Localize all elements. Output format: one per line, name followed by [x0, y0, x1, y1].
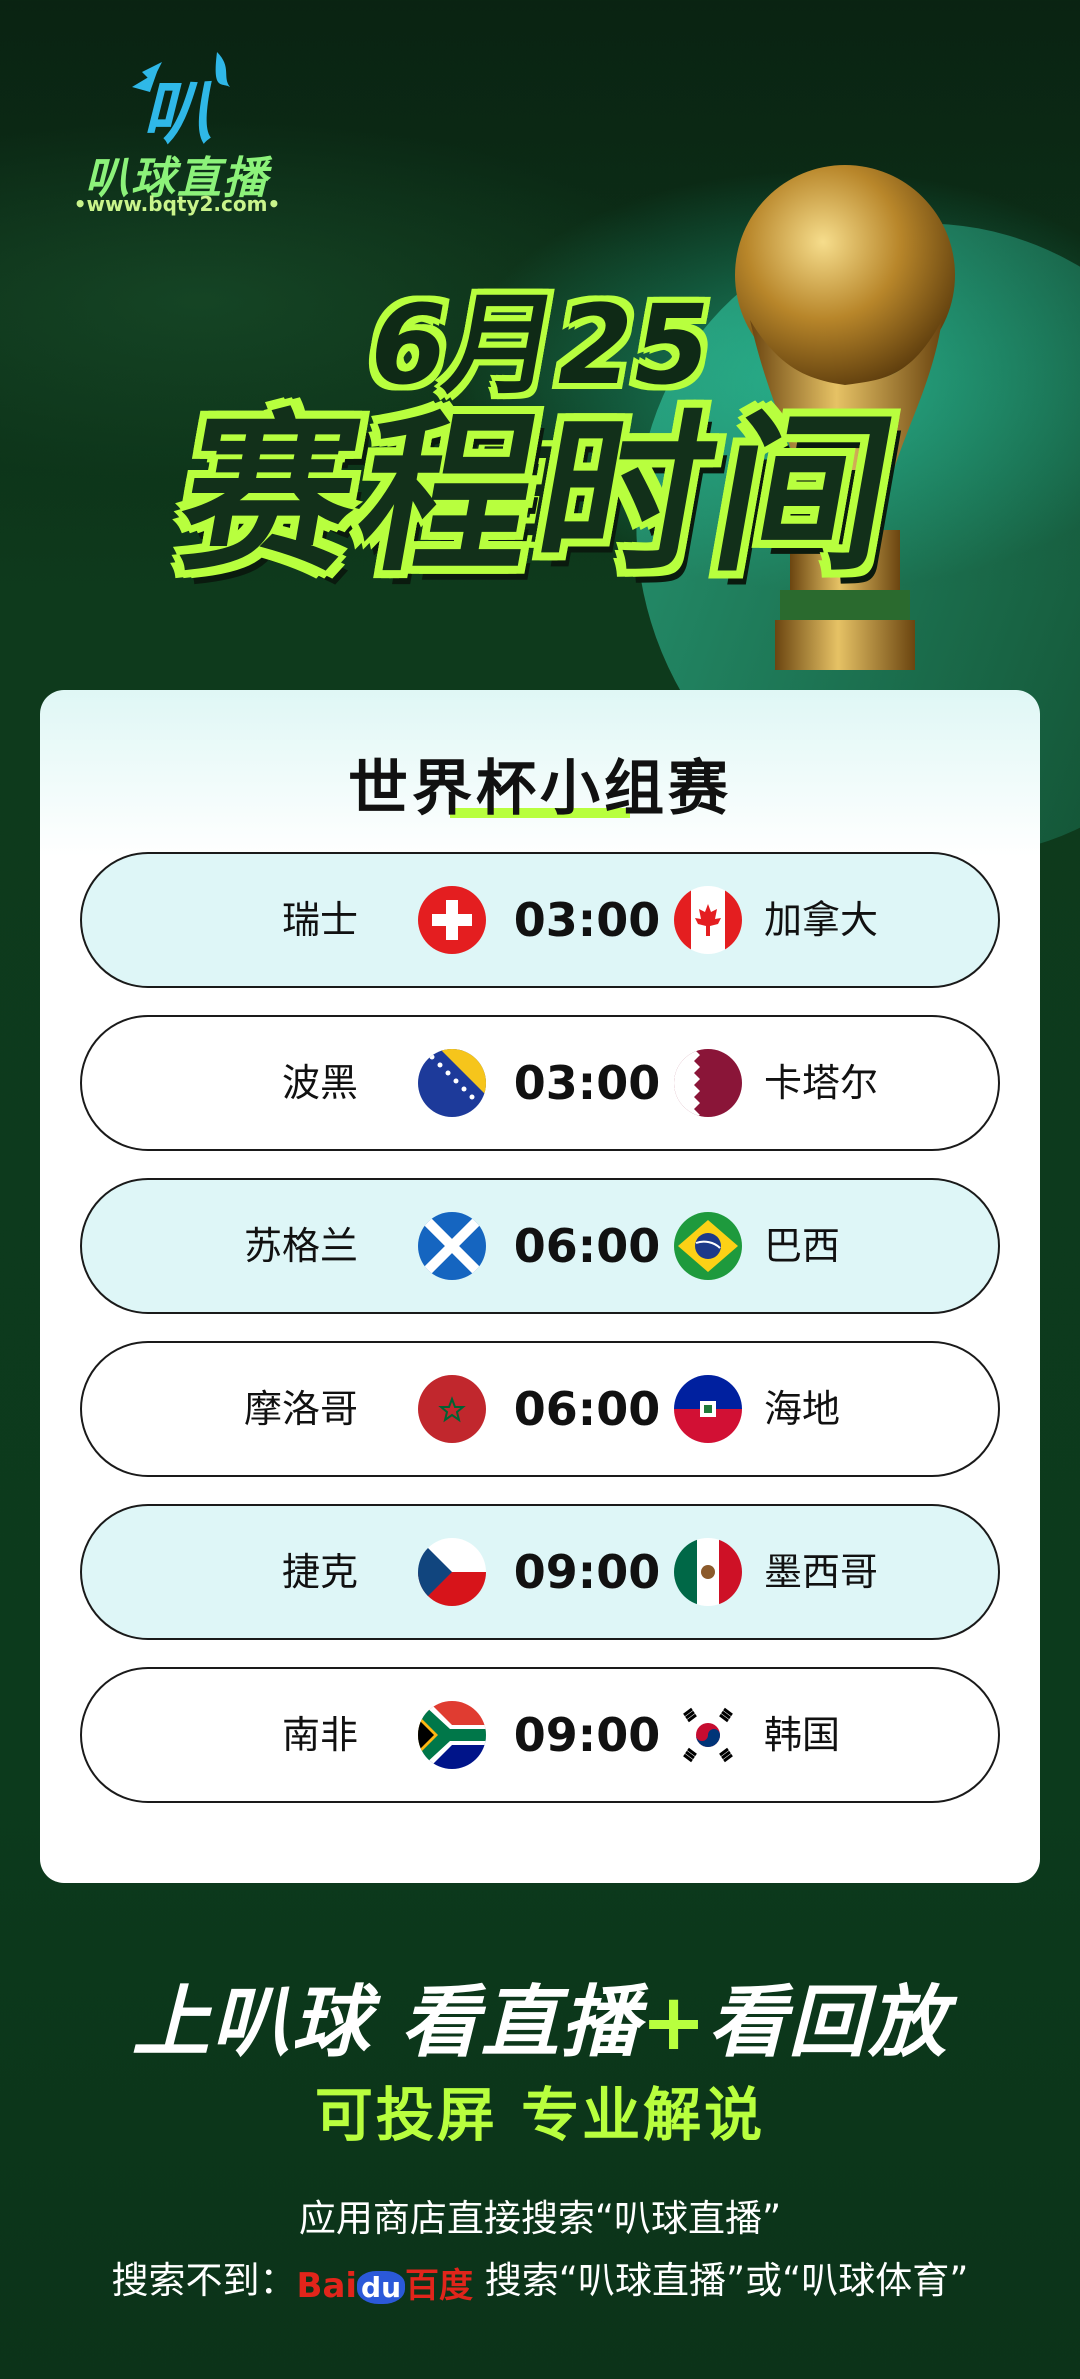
match-time: 06:00	[513, 1382, 661, 1436]
morocco-flag-icon	[418, 1375, 486, 1443]
slogan-plus: +	[640, 1978, 709, 2068]
away-team: 海地	[764, 1387, 841, 1431]
baidu-logo[interactable]: Bai du 百度	[297, 2258, 474, 2307]
match-time: 09:00	[513, 1545, 661, 1599]
home-team: 波黑	[281, 1061, 358, 1105]
baidu-paw-icon: du	[357, 2271, 406, 2304]
qatar-flag-icon	[674, 1049, 742, 1117]
home-team: 苏格兰	[243, 1224, 358, 1268]
brand-url: •www.bqty2.com•	[73, 192, 281, 216]
match-row[interactable]: 波黑 03:00 卡塔尔	[80, 1015, 1000, 1151]
logo-mark-icon: 叭	[132, 52, 230, 152]
away-team: 韩国	[764, 1713, 841, 1757]
haiti-flag-icon	[674, 1375, 742, 1443]
canada-flag-icon	[674, 886, 742, 954]
away-team: 加拿大	[764, 898, 879, 942]
slogan-part-a: 上叭球 看直播	[131, 1978, 641, 2068]
home-team: 南非	[281, 1713, 358, 1757]
slogan-main: 上叭球 看直播+看回放	[0, 1960, 1080, 2072]
south-africa-flag-icon	[418, 1701, 486, 1769]
card-title: 世界杯小组赛	[348, 754, 732, 824]
slogan-part-b: 看回放	[708, 1978, 949, 2068]
slogan-sub: 可投屏 专业解说	[314, 2081, 766, 2149]
match-time: 03:00	[513, 893, 661, 947]
baidu-logo-text-b: 百度	[405, 2266, 474, 2306]
baidu-logo-text-a: Bai	[296, 2266, 358, 2306]
match-row[interactable]: 摩洛哥 06:00 海地	[80, 1341, 1000, 1477]
page-title: 赛程时间	[166, 394, 914, 595]
match-time: 09:00	[513, 1708, 661, 1762]
app-store-tip: 应用商店直接搜索“叭球直播”	[298, 2197, 782, 2240]
home-team: 瑞士	[281, 898, 358, 942]
match-time: 03:00	[513, 1056, 661, 1110]
away-team: 卡塔尔	[764, 1061, 879, 1105]
match-row[interactable]: 瑞士 03:00 加拿大	[80, 852, 1000, 988]
schedule-card: 世界杯小组赛 瑞士 03:00 加拿大 波黑 03:00 卡塔尔 苏格兰 06:…	[40, 690, 1040, 1883]
match-row[interactable]: 苏格兰 06:00 巴西	[80, 1178, 1000, 1314]
czech-flag-icon	[418, 1538, 486, 1606]
away-team: 墨西哥	[764, 1550, 879, 1594]
home-team: 捷克	[281, 1550, 358, 1594]
south-korea-flag-icon	[674, 1701, 742, 1769]
brand-logo[interactable]: 叭 叭球直播 •www.bqty2.com•	[62, 42, 292, 217]
away-team: 巴西	[764, 1224, 841, 1268]
switzerland-flag-icon	[418, 886, 486, 954]
search-tip-suffix: 搜索“叭球直播”或“叭球体育”	[473, 2259, 969, 2302]
match-time: 06:00	[513, 1219, 661, 1273]
search-tip: 搜索不到：Bai du 百度 搜索“叭球直播”或“叭球体育”	[0, 2250, 1080, 2307]
match-row[interactable]: 捷克 09:00 墨西哥	[80, 1504, 1000, 1640]
brazil-flag-icon	[674, 1212, 742, 1280]
search-tip-prefix: 搜索不到：	[111, 2259, 297, 2302]
match-row[interactable]: 南非 09:00 韩国	[80, 1667, 1000, 1803]
mexico-flag-icon	[674, 1538, 742, 1606]
home-team: 摩洛哥	[243, 1387, 358, 1431]
svg-text:叭: 叭	[142, 72, 212, 152]
scotland-flag-icon	[418, 1212, 486, 1280]
bosnia-flag-icon	[418, 1049, 486, 1117]
